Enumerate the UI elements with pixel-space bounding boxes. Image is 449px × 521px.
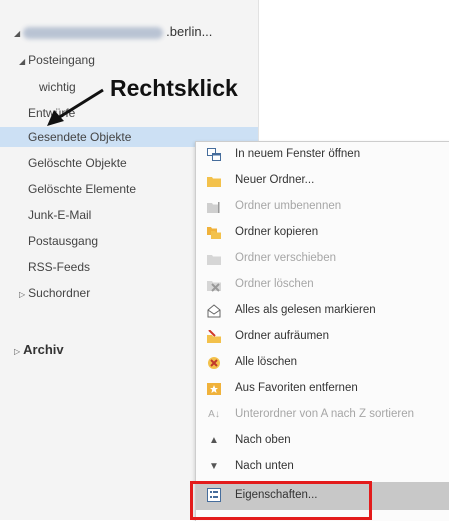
folder-label: RSS-Feeds	[28, 260, 91, 274]
menu-item-label: In neuem Fenster öffnen	[235, 148, 361, 160]
menu-item-move-up[interactable]: ▲ Nach oben	[196, 428, 449, 454]
copy-folder-icon	[207, 226, 221, 240]
folder-label: Junk-E-Mail	[28, 208, 92, 222]
menu-item-label: Ordner verschieben	[235, 252, 336, 264]
folder-postausgang[interactable]: Postausgang	[28, 234, 98, 248]
expand-triangle-icon[interactable]: ◢	[14, 29, 20, 38]
folder-gesendete-objekte[interactable]: Gesendete Objekte	[28, 130, 131, 144]
up-arrow-icon: ▲	[209, 435, 219, 446]
folder-label: Gesendete Objekte	[28, 130, 132, 144]
folder-label: Entwürfe	[28, 106, 76, 120]
menu-item-label: Nach unten	[235, 460, 294, 472]
mark-read-icon	[207, 304, 221, 318]
folder-posteingang[interactable]: ◢ Posteingang	[19, 53, 95, 67]
folder-entwuerfe[interactable]: Entwürfe	[28, 106, 75, 120]
folder-geloeschte-objekte[interactable]: Gelöschte Objekte	[28, 156, 127, 170]
folder-suchordner[interactable]: ▷ Suchordner	[19, 286, 90, 300]
collapsed-triangle-icon[interactable]: ▷	[14, 347, 20, 356]
menu-item-delete-folder: Ordner löschen	[196, 272, 449, 298]
menu-item-cleanup-folder[interactable]: Ordner aufräumen	[196, 324, 449, 350]
menu-item-label: Ordner löschen	[235, 278, 314, 290]
folder-label: Gelöschte Objekte	[28, 156, 127, 170]
window-icon	[207, 148, 221, 162]
account-header[interactable]: ◢ .berlin...	[14, 24, 212, 39]
menu-item-label: Unterordner von A nach Z sortieren	[235, 408, 414, 420]
menu-item-move-down[interactable]: ▼ Nach unten	[196, 454, 449, 480]
account-name-suffix: .berlin...	[166, 24, 213, 39]
down-arrow-icon: ▼	[209, 461, 219, 472]
folder-geloeschte-elemente[interactable]: Gelöschte Elemente	[28, 182, 136, 196]
menu-item-mark-all-read[interactable]: Alles als gelesen markieren	[196, 298, 449, 324]
folder-label: Suchordner	[28, 286, 91, 300]
menu-item-label: Ordner kopieren	[235, 226, 319, 238]
sort-icon: A↓	[208, 409, 220, 420]
context-menu: In neuem Fenster öffnen Neuer Ordner... …	[195, 141, 449, 521]
folder-rss-feeds[interactable]: RSS-Feeds	[28, 260, 90, 274]
menu-item-new-folder[interactable]: Neuer Ordner...	[196, 168, 449, 194]
collapsed-triangle-icon[interactable]: ▷	[19, 290, 25, 299]
cleanup-icon	[207, 329, 221, 344]
menu-item-open-new-window[interactable]: In neuem Fenster öffnen	[196, 142, 449, 168]
menu-item-label: Alles als gelesen markieren	[235, 304, 376, 316]
menu-item-copy-folder[interactable]: Ordner kopieren	[196, 220, 449, 246]
menu-item-label: Neuer Ordner...	[235, 174, 315, 186]
menu-item-delete-all[interactable]: Alle löschen	[196, 350, 449, 376]
folder-wichtig[interactable]: wichtig	[39, 80, 76, 94]
folder-label: Posteingang	[28, 53, 95, 67]
favorite-icon	[207, 382, 221, 396]
delete-all-icon	[207, 356, 221, 370]
menu-item-label: Nach oben	[235, 434, 291, 446]
delete-folder-icon	[207, 278, 221, 292]
menu-item-label: Ordner aufräumen	[235, 330, 329, 342]
new-folder-icon	[207, 174, 221, 188]
move-folder-icon	[207, 252, 221, 266]
folder-label: Postausgang	[28, 234, 99, 248]
archive-label: Archiv	[23, 342, 64, 357]
menu-item-remove-favorite[interactable]: Aus Favoriten entfernen	[196, 376, 449, 402]
blurred-account-name	[23, 26, 164, 39]
menu-item-label: Aus Favoriten entfernen	[235, 382, 358, 394]
menu-item-label: Alle löschen	[235, 356, 298, 368]
folder-label: wichtig	[39, 80, 76, 94]
menu-item-move-folder: Ordner verschieben	[196, 246, 449, 272]
highlight-box	[190, 481, 372, 520]
archive-header[interactable]: ▷ Archiv	[14, 342, 64, 357]
menu-item-rename-folder: Ordner umbenennen	[196, 194, 449, 220]
annotation-text: Rechtsklick	[110, 75, 238, 101]
menu-item-label: Ordner umbenennen	[235, 200, 342, 212]
menu-item-sort-subfolders: A↓ Unterordner von A nach Z sortieren	[196, 402, 449, 428]
folder-junk-email[interactable]: Junk-E-Mail	[28, 208, 91, 222]
folder-label: Gelöschte Elemente	[28, 182, 137, 196]
expand-triangle-icon[interactable]: ◢	[19, 57, 25, 66]
rename-icon	[207, 200, 221, 214]
